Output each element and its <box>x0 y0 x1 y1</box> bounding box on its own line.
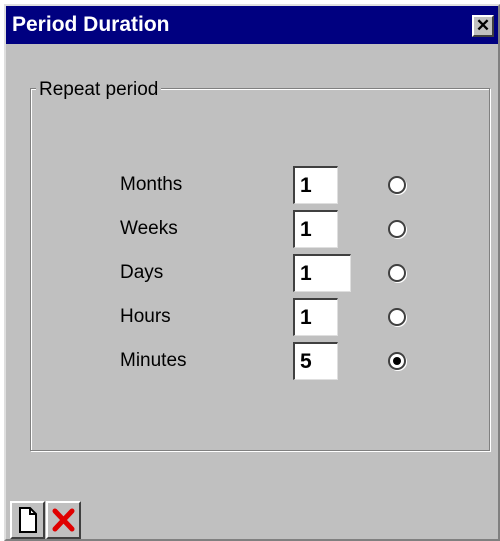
new-button[interactable] <box>10 501 45 539</box>
title-bar[interactable]: Period Duration ✕ <box>6 6 498 44</box>
close-button[interactable]: ✕ <box>472 15 494 37</box>
months-field[interactable]: 1 <box>293 166 338 204</box>
repeat-period-legend: Repeat period <box>36 79 162 101</box>
radio-selected-dot <box>393 357 401 365</box>
close-icon: ✕ <box>475 16 491 35</box>
months-radio[interactable] <box>388 176 406 194</box>
weeks-radio[interactable] <box>388 220 406 238</box>
delete-button[interactable] <box>46 501 81 539</box>
days-field[interactable]: 1 <box>293 254 351 292</box>
repeat-period-group <box>30 88 490 451</box>
weeks-label: Weeks <box>120 218 178 239</box>
hours-radio[interactable] <box>388 308 406 326</box>
days-radio[interactable] <box>388 264 406 282</box>
delete-x-icon <box>52 508 75 532</box>
hours-field[interactable]: 1 <box>293 298 338 336</box>
days-label: Days <box>120 262 164 283</box>
new-document-icon <box>19 507 37 533</box>
hours-label: Hours <box>120 306 171 327</box>
window-title: Period Duration <box>12 13 170 36</box>
period-duration-dialog: Period Duration ✕ Repeat period Months 1… <box>4 4 500 541</box>
minutes-field[interactable]: 5 <box>293 342 338 380</box>
minutes-radio[interactable] <box>388 352 406 370</box>
minutes-label: Minutes <box>120 350 187 371</box>
months-label: Months <box>120 174 183 195</box>
weeks-field[interactable]: 1 <box>293 210 338 248</box>
